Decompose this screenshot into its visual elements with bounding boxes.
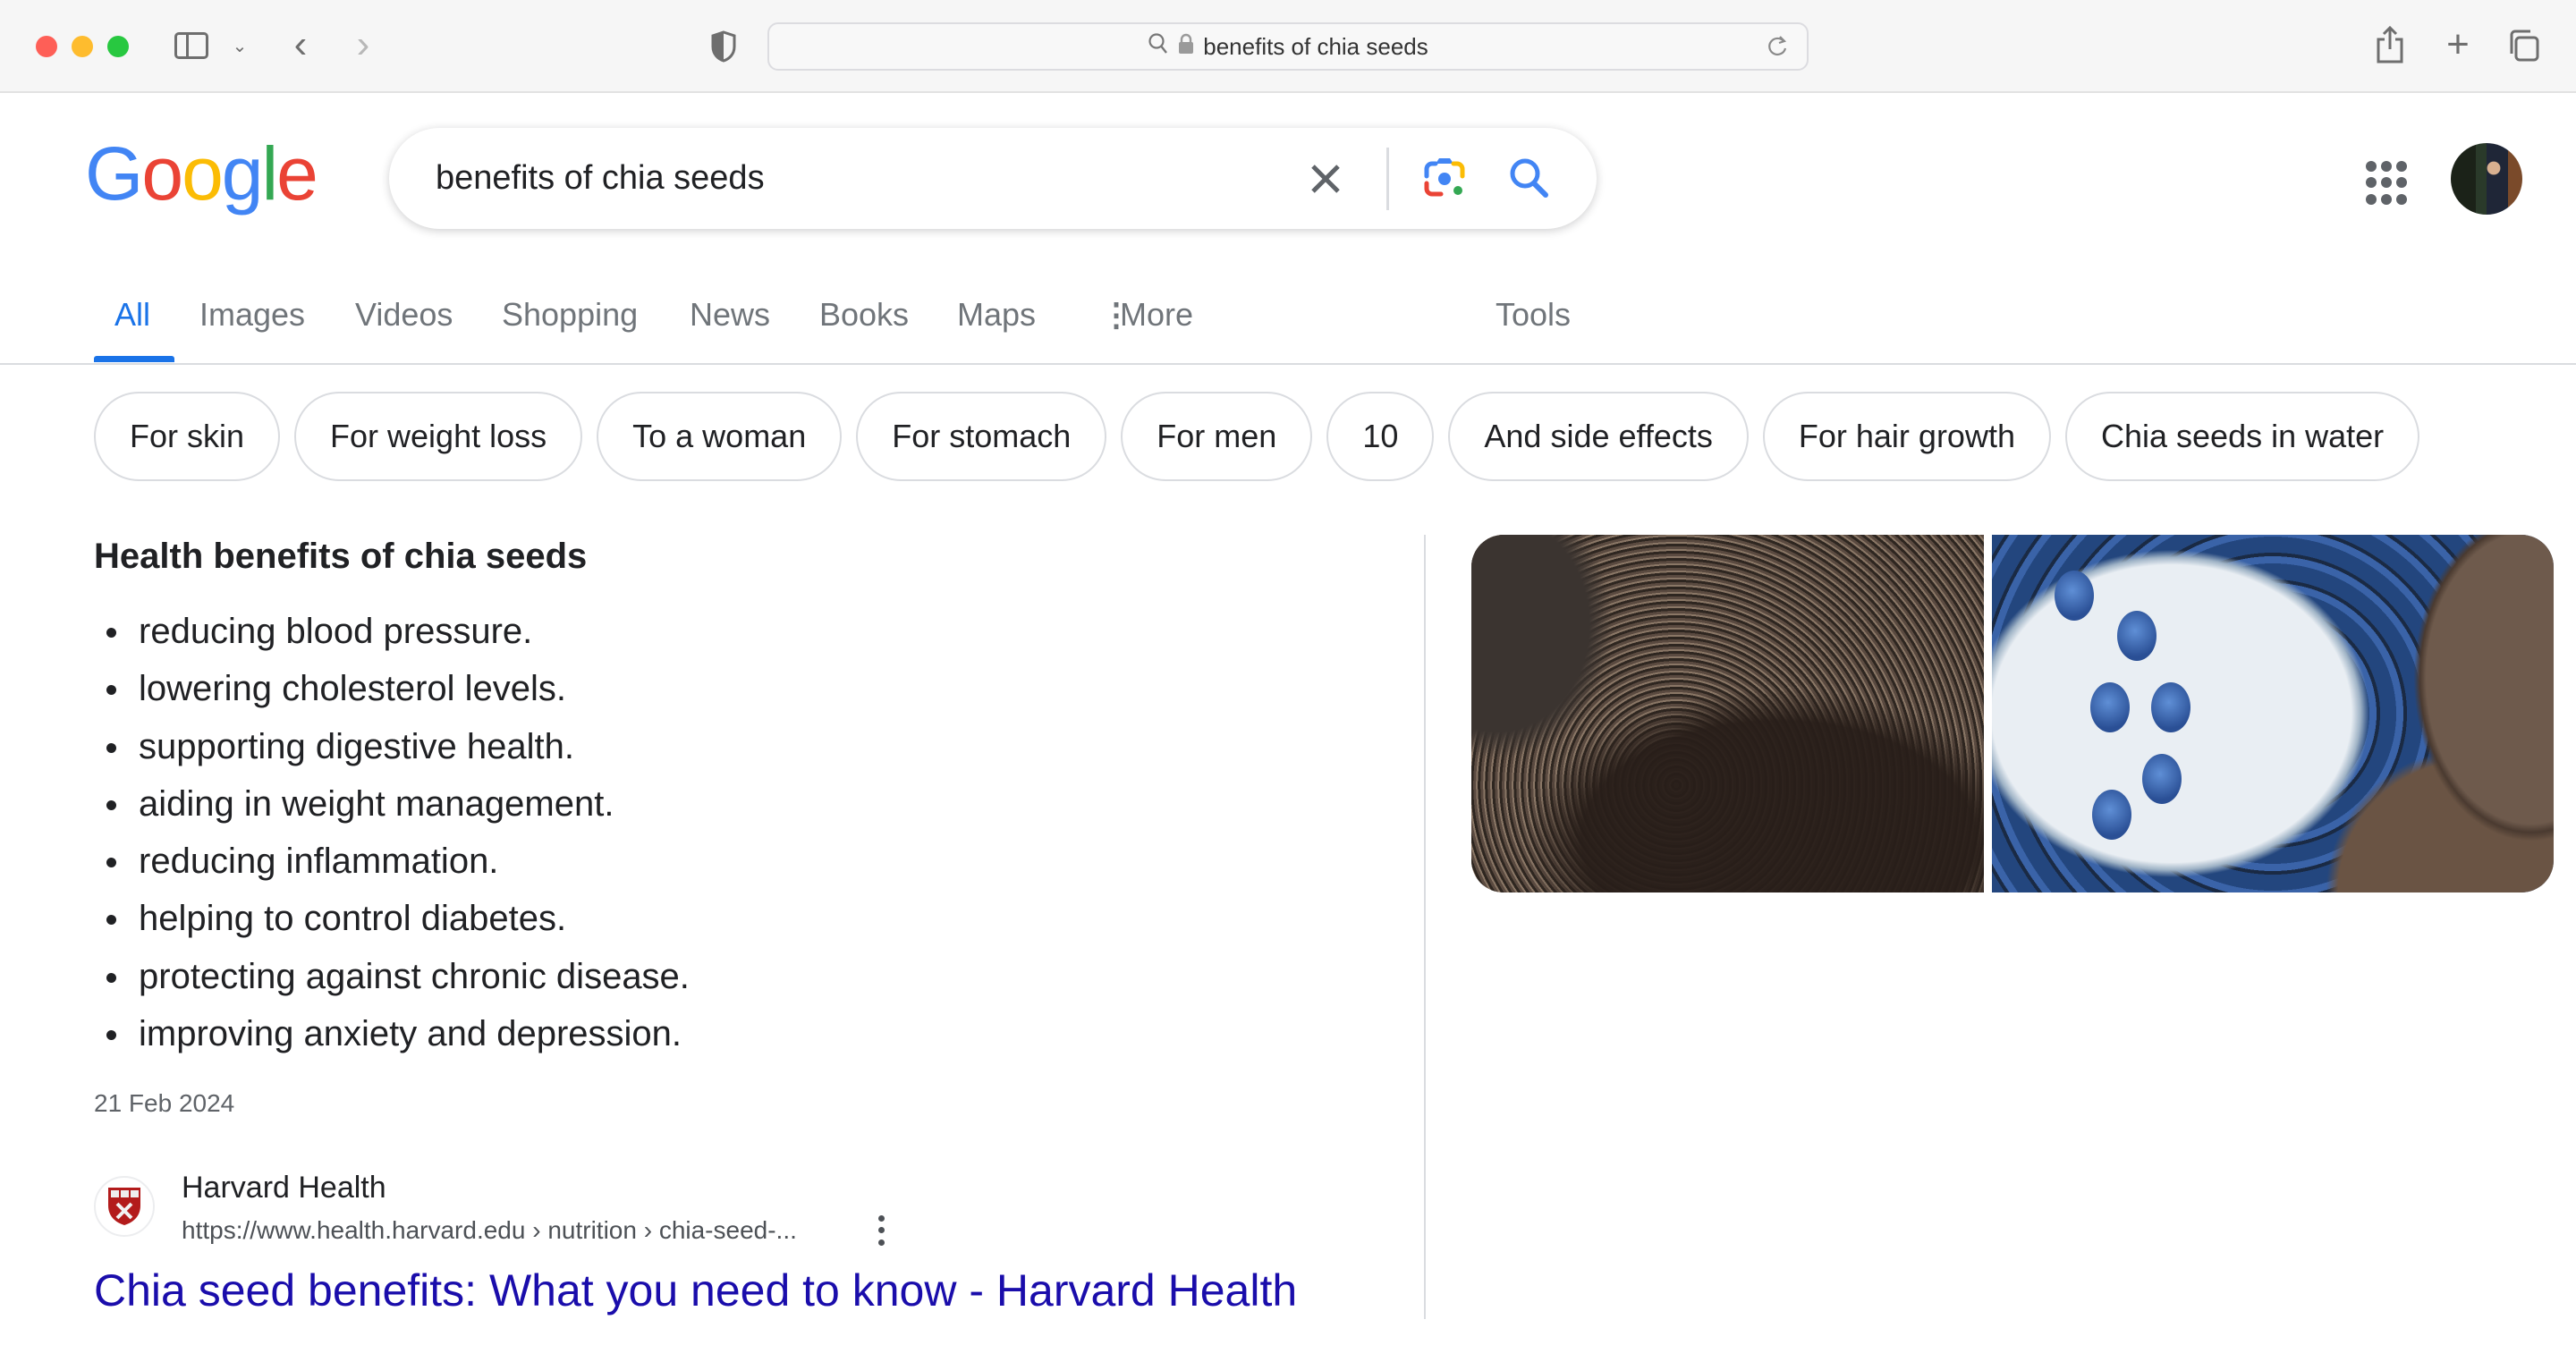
tab-news[interactable]: News	[690, 292, 770, 338]
minimize-window-button[interactable]	[72, 36, 93, 57]
refinement-chips: For skin For weight loss To a woman For …	[94, 392, 2420, 481]
list-item: improving anxiety and depression.	[94, 1005, 1391, 1062]
tab-maps[interactable]: Maps	[957, 292, 1036, 338]
result-title-link[interactable]: Chia seed benefits: What you need to kno…	[94, 1263, 1297, 1318]
tab-more-label: More	[1120, 296, 1194, 333]
list-item: helping to control diabetes.	[94, 890, 1391, 947]
address-text: benefits of chia seeds	[1203, 32, 1428, 60]
blueberry	[2092, 790, 2131, 840]
back-button[interactable]: ‹	[284, 22, 317, 66]
active-tab-indicator	[94, 356, 174, 362]
reload-icon[interactable]	[1764, 33, 1791, 60]
featured-snippet: Health benefits of chia seeds reducing b…	[94, 528, 1391, 1123]
image-strip	[1471, 535, 2554, 892]
new-tab-button[interactable]: +	[2442, 22, 2474, 66]
chip[interactable]: 10	[1326, 392, 1435, 481]
logo-letter: g	[221, 131, 264, 216]
forward-button[interactable]: ›	[347, 22, 379, 66]
tabs-icon[interactable]	[2506, 29, 2540, 63]
chia-seeds-image[interactable]	[1471, 535, 1984, 892]
shield-icon[interactable]	[711, 30, 736, 63]
avatar[interactable]	[2451, 143, 2522, 215]
search-icon[interactable]	[1503, 151, 1556, 205]
blueberry	[2055, 571, 2094, 621]
list-item: lowering cholesterol levels.	[94, 660, 1391, 717]
chevron-down-icon[interactable]: ⌄	[231, 32, 249, 59]
snippet-list: reducing blood pressure. lowering choles…	[94, 603, 1391, 1062]
site-name[interactable]: Harvard Health	[182, 1168, 386, 1207]
google-lens-icon[interactable]	[1418, 151, 1471, 205]
search-box-divider	[1386, 148, 1389, 210]
tools-button[interactable]: Tools	[1496, 292, 1571, 338]
chip[interactable]: For weight loss	[294, 392, 583, 481]
logo-letter: G	[85, 131, 143, 216]
close-window-button[interactable]	[36, 36, 57, 57]
blueberry	[2117, 611, 2157, 661]
browser-toolbar: ⌄ ‹ › benefits of chia seeds +	[0, 0, 2576, 93]
tab-images[interactable]: Images	[199, 292, 305, 338]
clear-search-button[interactable]	[1301, 155, 1350, 203]
list-item: aiding in weight management.	[94, 775, 1391, 833]
google-apps-icon[interactable]	[2366, 161, 2411, 206]
address-bar[interactable]: benefits of chia seeds	[767, 22, 1809, 71]
more-vert-icon: ⋮	[1100, 296, 1132, 333]
list-item: reducing inflammation.	[94, 833, 1391, 890]
tab-books[interactable]: Books	[819, 292, 909, 338]
magnifier-icon	[1148, 32, 1169, 62]
tab-shopping[interactable]: Shopping	[502, 292, 638, 338]
chip[interactable]: For stomach	[856, 392, 1107, 481]
column-divider	[1424, 535, 1426, 1319]
blueberry	[2142, 754, 2182, 804]
tab-videos[interactable]: Videos	[355, 292, 453, 338]
snippet-title: Health benefits of chia seeds	[94, 537, 588, 576]
lock-icon	[1178, 33, 1194, 61]
snippet-date: 21 Feb 2024	[94, 1089, 235, 1118]
list-item: supporting digestive health.	[94, 718, 1391, 775]
logo-letter: l	[261, 131, 279, 216]
site-url[interactable]: https://www.health.harvard.edu › nutriti…	[182, 1213, 797, 1248]
list-item: reducing blood pressure.	[94, 603, 1391, 660]
chip[interactable]: Chia seeds in water	[2064, 392, 2420, 481]
logo-letter: o	[182, 131, 224, 216]
chip[interactable]: For men	[1121, 392, 1313, 481]
chip[interactable]: And side effects	[1448, 392, 1749, 481]
search-input[interactable]: benefits of chia seeds	[436, 128, 765, 229]
harvard-shield-icon[interactable]	[94, 1176, 155, 1237]
share-icon[interactable]	[2375, 25, 2405, 64]
blueberry	[2151, 682, 2190, 732]
chip[interactable]: For skin	[94, 392, 281, 481]
google-logo[interactable]: Google	[85, 136, 318, 211]
chip[interactable]: To a woman	[597, 392, 843, 481]
chia-pudding-image[interactable]	[1992, 535, 2554, 892]
blueberry	[2090, 682, 2130, 732]
more-options-icon[interactable]	[870, 1213, 892, 1248]
search-box[interactable]: benefits of chia seeds	[389, 128, 1597, 229]
tab-more[interactable]: ⋮More	[1100, 292, 1193, 338]
tab-all[interactable]: All	[114, 292, 150, 338]
sidebar-icon[interactable]	[174, 32, 208, 59]
logo-letter: o	[141, 131, 183, 216]
logo-letter: e	[276, 131, 318, 216]
search-tabs: All Images Videos Shopping News Books Ma…	[0, 268, 2576, 365]
zoom-window-button[interactable]	[107, 36, 129, 57]
chip[interactable]: For hair growth	[1762, 392, 2051, 481]
list-item: protecting against chronic disease.	[94, 948, 1391, 1005]
